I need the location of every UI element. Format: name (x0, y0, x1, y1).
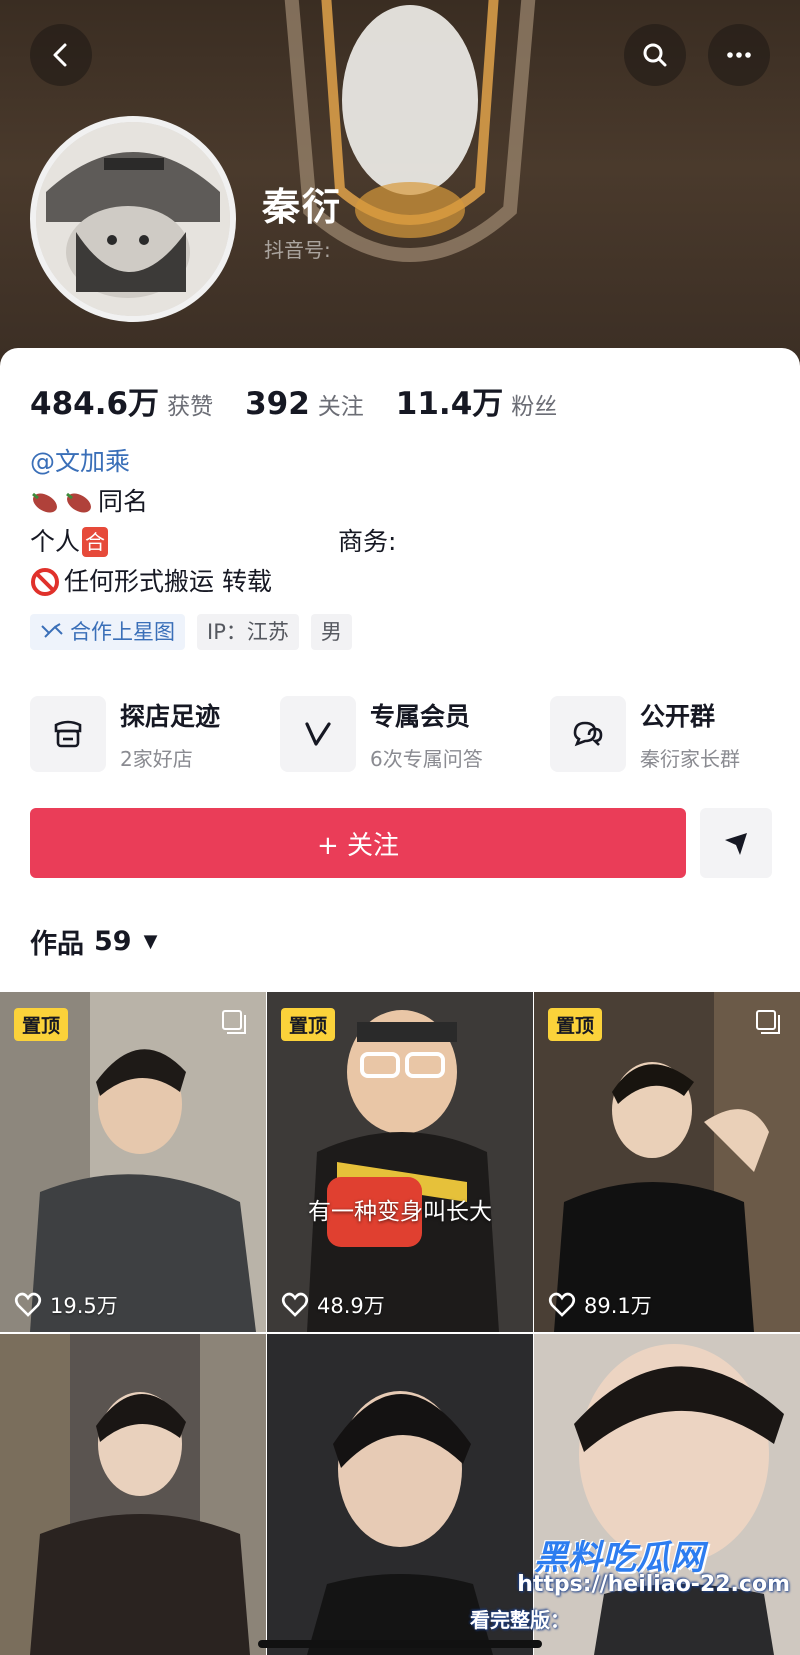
bio-business: 商务: (338, 527, 397, 556)
sweet-potato-icon (32, 492, 57, 513)
cooperation-badge: 合 (82, 527, 109, 557)
stat-value: 484.6万 (30, 386, 160, 422)
profile-nickname: 秦衍 (262, 185, 343, 229)
account-id[interactable]: 抖音号: (264, 234, 331, 263)
pinned-badge: 置顶 (14, 1008, 69, 1041)
heart-icon (548, 1292, 576, 1317)
profile-banner: 秦衍 抖音号: (0, 0, 800, 372)
service-public-group[interactable]: 公开群 秦衍家长群 (550, 694, 740, 774)
service-subtitle: 2家好店 (120, 746, 193, 771)
prohibited-icon (31, 568, 59, 596)
watermark-label: 看完整版： (470, 1608, 570, 1632)
stat-followers[interactable]: 11.4万 粉丝 (396, 378, 558, 423)
group-chat-icon (573, 721, 603, 747)
handshake-icon (41, 623, 63, 638)
banner-background-image (284, 0, 536, 262)
home-indicator (258, 1640, 542, 1648)
member-v-icon (305, 722, 331, 746)
service-entries: 探店足迹 2家好店 专属会员 6次专属问答 公开群 秦衍家长群 (30, 694, 800, 774)
watermark-url: https://heiliao-22.com (517, 1572, 790, 1597)
video-thumbnail (534, 992, 800, 1332)
stat-label: 粉丝 (511, 394, 558, 420)
video-tile[interactable] (0, 1334, 266, 1655)
video-thumbnail (0, 992, 266, 1332)
like-count-value: 89.1万 (584, 1294, 652, 1318)
like-count: 48.9万 (281, 1290, 385, 1320)
send-arrow-icon (725, 833, 747, 855)
multi-image-icon (222, 1010, 246, 1034)
bio-mention-link[interactable]: @文加乘 (30, 442, 130, 482)
like-count: 19.5万 (14, 1290, 118, 1320)
works-tab[interactable]: 作品 59 ▼ (30, 922, 157, 961)
more-button[interactable] (708, 24, 770, 86)
heart-icon (281, 1292, 309, 1317)
service-subtitle: 6次专属问答 (370, 746, 483, 771)
like-count-value: 48.9万 (317, 1294, 385, 1318)
video-thumbnail (0, 1334, 266, 1655)
profile-tags: 合作上星图 IP：江苏 男 (30, 614, 364, 650)
service-title: 公开群 (640, 701, 716, 731)
ip-location-tag: IP：江苏 (197, 614, 299, 650)
video-caption: 有一种变身叫长大 (308, 1199, 492, 1225)
stat-label: 关注 (317, 394, 364, 420)
bio-personal: 个人 (30, 527, 81, 556)
share-button[interactable] (700, 808, 772, 878)
video-tile[interactable]: 置顶 89.1万 (534, 992, 800, 1332)
watermark: 黑料吃瓜网 https://heiliao-22.com 看完整版： (470, 1530, 800, 1650)
service-title: 探店足迹 (120, 701, 221, 731)
stat-following[interactable]: 392 关注 (245, 386, 364, 422)
store-icon (54, 720, 82, 748)
video-thumbnail (267, 992, 533, 1332)
service-membership[interactable]: 专属会员 6次专属问答 (280, 694, 483, 774)
stats-row: 484.6万 获赞 392 关注 11.4万 粉丝 (30, 378, 589, 423)
back-button[interactable] (30, 24, 92, 86)
video-tile[interactable]: 有一种变身叫长大 置顶 48.9万 (267, 992, 533, 1332)
avatar[interactable] (30, 116, 236, 322)
chevron-left-icon (53, 43, 67, 67)
video-tile[interactable]: 置顶 19.5万 (0, 992, 266, 1332)
service-store-visits[interactable]: 探店足迹 2家好店 (30, 694, 220, 774)
profile-card: 484.6万 获赞 392 关注 11.4万 粉丝 @文加乘 同名 个人 合 商… (0, 348, 800, 988)
bio: @文加乘 同名 个人 合 商务: 任何形式搬运 转载 (30, 442, 396, 602)
follow-button[interactable]: + 关注 (30, 808, 686, 878)
bio-notice: 任何形式搬运 转载 (64, 567, 272, 596)
bio-same-name: 同名 (98, 487, 149, 516)
stat-value: 392 (245, 386, 310, 422)
service-subtitle: 秦衍家长群 (640, 746, 740, 771)
search-icon (643, 43, 667, 67)
pinned-badge: 置顶 (548, 1008, 603, 1041)
pinned-badge: 置顶 (281, 1008, 336, 1041)
service-title: 专属会员 (370, 701, 471, 731)
stat-label: 获赞 (167, 394, 214, 420)
multi-image-icon (756, 1010, 780, 1034)
star-map-tag[interactable]: 合作上星图 (30, 614, 185, 650)
gender-tag: 男 (310, 614, 352, 650)
heart-icon (14, 1292, 42, 1317)
stat-likes[interactable]: 484.6万 获赞 (30, 378, 213, 423)
star-map-label: 合作上星图 (70, 620, 175, 644)
like-count-value: 19.5万 (50, 1294, 118, 1318)
works-count: 59 (94, 926, 132, 957)
sweet-potato-icon (66, 492, 91, 513)
like-count: 89.1万 (548, 1290, 652, 1320)
works-label: 作品 (30, 929, 84, 960)
search-button[interactable] (624, 24, 686, 86)
more-dots-icon (727, 52, 751, 58)
stat-value: 11.4万 (395, 386, 504, 422)
avatar-cat-image (36, 122, 230, 316)
caret-down-icon: ▼ (143, 931, 158, 952)
